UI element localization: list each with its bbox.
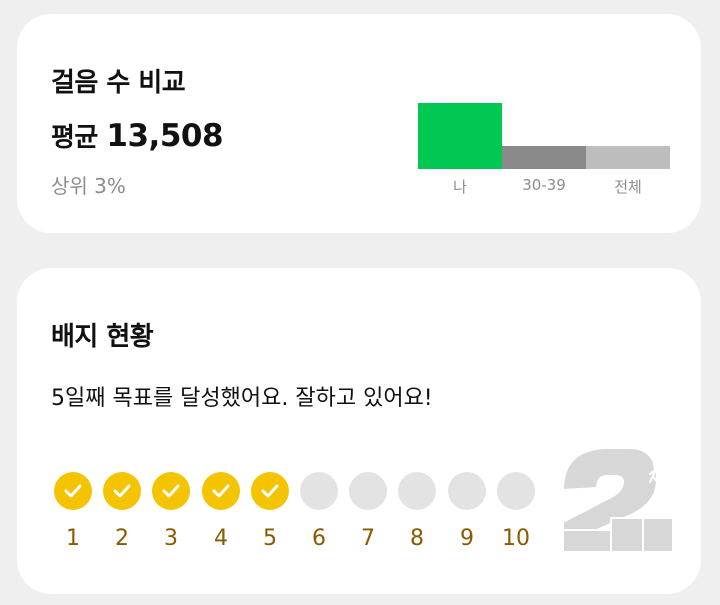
average-value: 13,508 <box>106 118 224 154</box>
day-circle-7 <box>349 472 387 510</box>
day-circle-3 <box>152 472 190 510</box>
day-circle-5 <box>251 472 289 510</box>
check-icon <box>113 484 131 498</box>
day-circle-2 <box>103 472 141 510</box>
check-icon <box>162 484 180 498</box>
bar-all <box>586 146 670 169</box>
day-label-9: 9 <box>460 526 474 551</box>
check-icon <box>261 484 279 498</box>
day-label-1: 1 <box>66 526 80 551</box>
average-prefix: 평균 <box>51 123 98 153</box>
steps-card-title: 걸음 수 비교 <box>51 68 186 98</box>
day-circle-8 <box>398 472 436 510</box>
average-steps: 평균 13,508 <box>51 117 224 154</box>
bar-label-all: 전체 <box>614 178 642 196</box>
day-label-4: 4 <box>214 526 228 551</box>
day-circle-9 <box>448 472 486 510</box>
badge-card-title: 배지 현황 <box>51 322 154 352</box>
day-label-2: 2 <box>115 526 129 551</box>
bar-label-me: 나 <box>453 178 467 196</box>
day-label-10: 10 <box>502 526 530 551</box>
rank-label: 상위 3% <box>51 174 126 198</box>
bar-label-age-group: 30-39 <box>522 176 566 194</box>
walker-badge-icon <box>561 447 674 553</box>
steps-comparison-card: 걸음 수 비교 평균 13,508 상위 3% 나 30-39 전체 <box>17 14 701 233</box>
bar-me <box>418 103 502 169</box>
bar-age-group <box>502 146 586 169</box>
day-label-5: 5 <box>263 526 277 551</box>
day-label-3: 3 <box>164 526 178 551</box>
day-circle-1 <box>54 472 92 510</box>
day-circle-6 <box>300 472 338 510</box>
day-label-7: 7 <box>361 526 375 551</box>
badge-status-card[interactable]: 배지 현황 5일째 목표를 달성했어요. 잘하고 있어요! 1 2 3 4 5 6 7 8 9 1… <box>17 268 701 594</box>
day-circle-10 <box>497 472 535 510</box>
check-icon <box>64 484 82 498</box>
check-icon <box>212 484 230 498</box>
day-label-6: 6 <box>312 526 326 551</box>
day-circle-4 <box>202 472 240 510</box>
day-label-8: 8 <box>410 526 424 551</box>
badge-message: 5일째 목표를 달성했어요. 잘하고 있어요! <box>51 386 433 411</box>
